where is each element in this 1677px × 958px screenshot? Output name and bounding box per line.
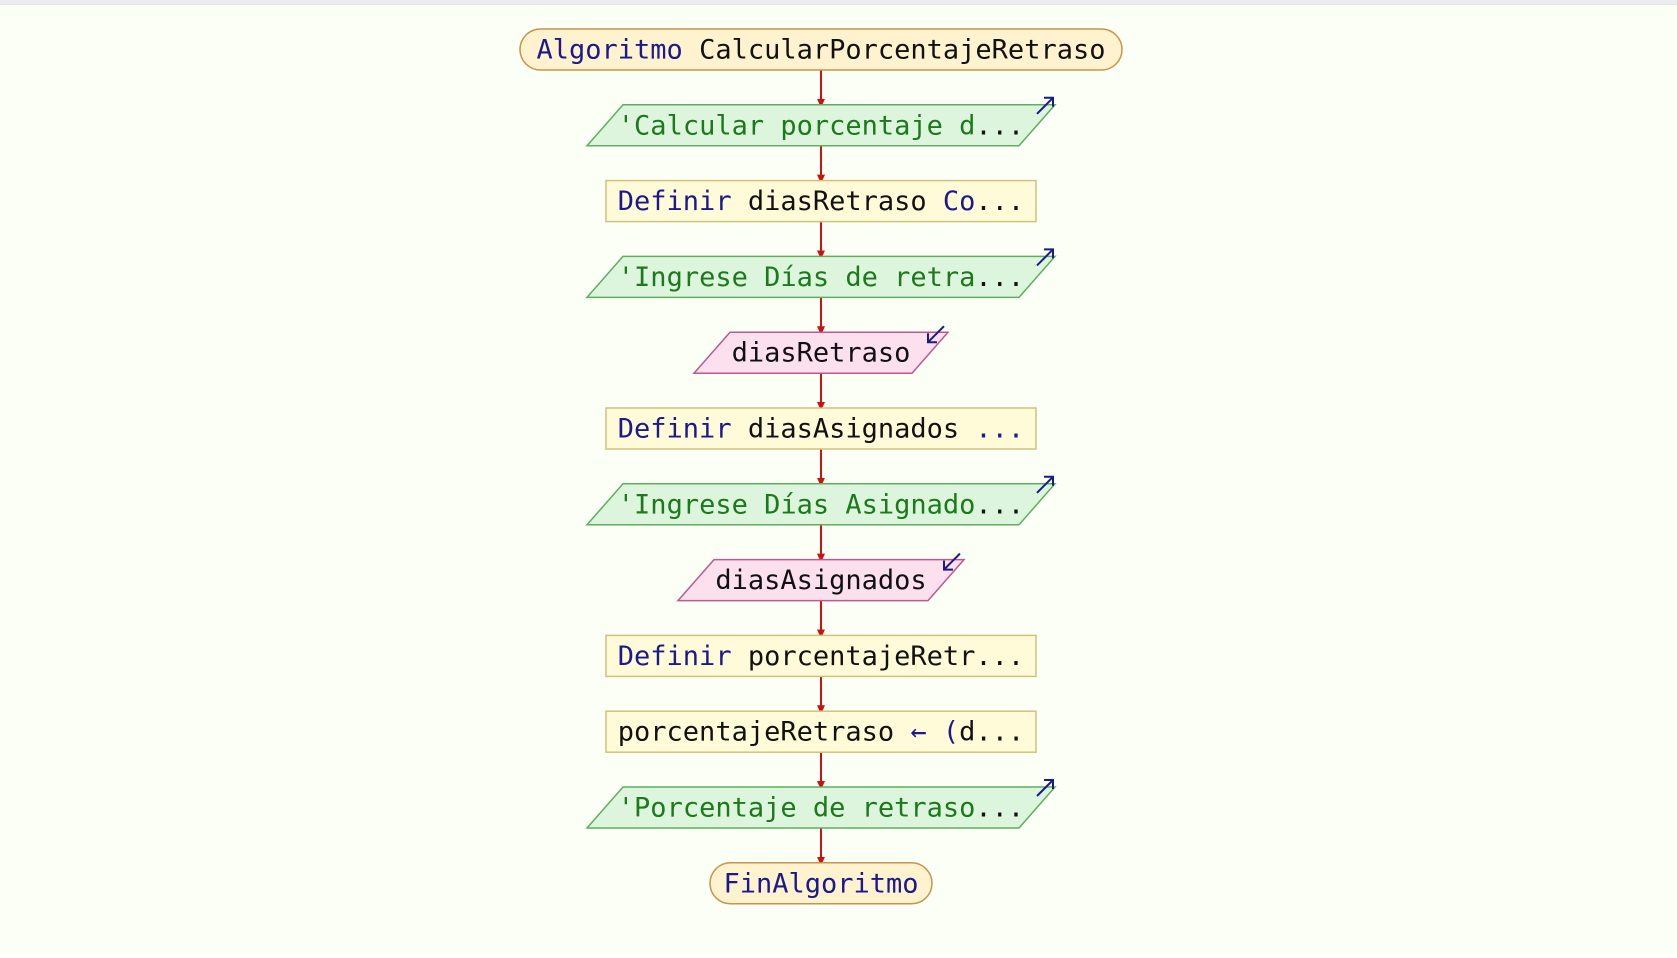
label-part: Definir bbox=[618, 414, 732, 445]
node-label: diasAsignados bbox=[715, 565, 926, 596]
node-out2[interactable]: 'Ingrese Días de retra... bbox=[585, 248, 1057, 299]
label-part: diasRetraso bbox=[732, 338, 911, 369]
node-in1[interactable]: diasRetraso bbox=[692, 325, 950, 374]
label-part: Algoritmo bbox=[537, 35, 683, 66]
node-label: Algoritmo CalcularPorcentajeRetraso bbox=[537, 35, 1106, 66]
label-part: diasAsignados bbox=[732, 414, 976, 445]
node-label: FinAlgoritmo bbox=[723, 868, 918, 899]
node-asg1[interactable]: porcentajeRetraso ← (d... bbox=[605, 710, 1037, 753]
node-out4[interactable]: 'Porcentaje de retraso... bbox=[585, 779, 1057, 829]
label-part: ... bbox=[975, 186, 1024, 217]
label-part: ... bbox=[975, 793, 1024, 824]
label-part: ... bbox=[975, 414, 1024, 445]
node-label: 'Porcentaje de retraso... bbox=[618, 793, 1024, 824]
node-def2[interactable]: Definir diasAsignados ... bbox=[605, 407, 1037, 450]
label-part: diasRetraso bbox=[732, 186, 943, 217]
label-part: Co bbox=[943, 186, 976, 217]
node-start[interactable]: Algoritmo CalcularPorcentajeRetraso bbox=[519, 28, 1123, 71]
label-part: porcentajeRetr bbox=[732, 641, 976, 672]
flowchart-canvas: Algoritmo CalcularPorcentajeRetraso 'Calc… bbox=[0, 4, 1677, 954]
node-label: 'Ingrese Días Asignado... bbox=[618, 489, 1024, 520]
node-out1[interactable]: 'Calcular porcentaje d... bbox=[585, 96, 1057, 147]
label-part: CalcularPorcentajeRetraso bbox=[683, 35, 1106, 66]
label-part: 'Porcentaje de retraso bbox=[618, 793, 976, 824]
label-part: Definir bbox=[618, 186, 732, 217]
label-part: ... bbox=[975, 717, 1024, 748]
label-part: Definir bbox=[618, 641, 732, 672]
node-label: Definir diasAsignados ... bbox=[618, 414, 1024, 445]
node-end[interactable]: FinAlgoritmo bbox=[709, 862, 933, 905]
flowchart-svg: Algoritmo CalcularPorcentajeRetraso 'Calc… bbox=[519, 28, 1123, 905]
node-label: 'Calcular porcentaje d... bbox=[618, 110, 1024, 141]
label-part: diasAsignados bbox=[715, 565, 926, 596]
label-part: ... bbox=[975, 110, 1024, 141]
node-in2[interactable]: diasAsignados bbox=[676, 552, 966, 602]
node-def3[interactable]: Definir porcentajeRetr... bbox=[605, 634, 1037, 678]
label-part: ... bbox=[975, 641, 1024, 672]
label-part: ← ( bbox=[910, 717, 959, 748]
node-label: porcentajeRetraso ← (d... bbox=[618, 717, 1024, 748]
node-label: 'Ingrese Días de retra... bbox=[618, 262, 1024, 293]
node-label: Definir diasRetraso Co... bbox=[618, 186, 1024, 217]
node-label: Definir porcentajeRetr... bbox=[618, 641, 1024, 672]
label-part: 'Ingrese Días de retra bbox=[618, 262, 976, 293]
label-part: ... bbox=[975, 489, 1024, 520]
node-def1[interactable]: Definir diasRetraso Co... bbox=[605, 179, 1037, 223]
label-part: ... bbox=[975, 262, 1024, 293]
label-part: porcentajeRetraso bbox=[618, 717, 911, 748]
label-part: 'Ingrese Días Asignado bbox=[618, 489, 976, 520]
label-part: FinAlgoritmo bbox=[723, 868, 918, 899]
label-part: d bbox=[959, 717, 975, 748]
node-out3[interactable]: 'Ingrese Días Asignado... bbox=[585, 475, 1057, 526]
label-part: 'Calcular porcentaje d bbox=[618, 110, 976, 141]
node-label: diasRetraso bbox=[732, 338, 911, 369]
